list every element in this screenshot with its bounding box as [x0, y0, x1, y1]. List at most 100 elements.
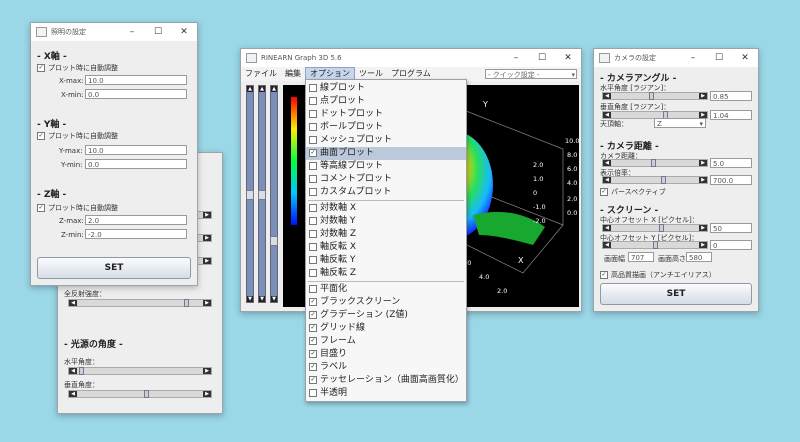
x-auto-checkbox[interactable]: ✓ プロット時に自動調整: [37, 63, 118, 73]
perspective-checkbox[interactable]: ✓ パースペクティブ: [600, 187, 666, 197]
option-menu-item[interactable]: 対数軸 Y: [306, 215, 466, 228]
minimize-button[interactable]: –: [680, 49, 706, 67]
option-menu-item[interactable]: ✓ ブラックスクリーン: [306, 296, 466, 309]
back-reflection-slider[interactable]: ◀ ▶: [68, 299, 212, 307]
minimize-button[interactable]: –: [503, 49, 529, 67]
unchecked-box-icon: [309, 216, 317, 225]
unchecked-box-icon: [309, 96, 317, 105]
option-menu-item[interactable]: メッシュプロット: [306, 134, 466, 147]
back-reflection-label: 全反射強度：: [64, 290, 106, 298]
option-menu-item[interactable]: 軸反転 Y: [306, 254, 466, 267]
antialias-checkbox[interactable]: ✓ 高品質描画（アンチエイリアス）: [600, 270, 716, 280]
option-menu-item[interactable]: ドットプロット: [306, 108, 466, 121]
quick-settings-select[interactable]: - クイック設定 - ▾: [485, 69, 577, 79]
option-menu-label: ドットプロット: [320, 109, 384, 119]
option-menu-item[interactable]: ✓ グリッド線: [306, 322, 466, 335]
option-menu-label: 半透明: [320, 388, 348, 398]
distance-slider[interactable]: ◀ ▶: [602, 159, 708, 167]
z-max-field[interactable]: 2.0: [85, 215, 187, 225]
option-menu-item[interactable]: 半透明: [306, 387, 466, 400]
z-min-label: Z-min:: [61, 231, 84, 239]
axis-label-x: X: [518, 256, 524, 265]
option-menu-item[interactable]: 軸反転 X: [306, 241, 466, 254]
option-menu-item[interactable]: 対数軸 Z: [306, 228, 466, 241]
app-icon: [246, 53, 257, 63]
option-menu-item[interactable]: コメントプロット: [306, 173, 466, 186]
option-menu-item[interactable]: ✓ テッセレーション（曲面高画質化）: [306, 374, 466, 387]
v-angle-field[interactable]: 1.04: [710, 110, 752, 120]
zoom-field[interactable]: 700.0: [710, 175, 752, 185]
option-menu-item[interactable]: ✓ ラベル: [306, 361, 466, 374]
menu-file[interactable]: ファイル: [241, 67, 281, 81]
view-slider-1[interactable]: ▲ ▼: [246, 85, 254, 303]
option-menu-item[interactable]: ✓ フレーム: [306, 335, 466, 348]
z-axis-heading: - Z軸 -: [37, 190, 67, 200]
option-menu-label: フレーム: [320, 336, 356, 346]
offset-x-slider[interactable]: ◀ ▶: [602, 224, 708, 232]
height-field[interactable]: 580: [686, 252, 712, 262]
offset-x-field[interactable]: 50: [710, 223, 752, 233]
option-menu-label: 対数軸 X: [320, 203, 357, 213]
set-button[interactable]: SET: [37, 257, 191, 279]
view-slider-2[interactable]: ▲ ▼: [258, 85, 266, 303]
option-menu-label: 等高線プロット: [320, 161, 384, 171]
maximize-button[interactable]: ☐: [145, 23, 171, 41]
option-menu-item[interactable]: ✓ グラデーション (Z値): [306, 309, 466, 322]
option-menu-item[interactable]: 対数軸 X: [306, 202, 466, 215]
close-button[interactable]: ✕: [171, 23, 197, 41]
z-tick-1: 1.0: [533, 175, 543, 183]
distance-field[interactable]: 5.0: [710, 158, 752, 168]
light-v-angle-slider[interactable]: ◀ ▶: [68, 390, 212, 398]
close-button[interactable]: ✕: [555, 49, 581, 67]
option-menu-item[interactable]: 軸反転 Z: [306, 267, 466, 280]
option-menu-label: 軸反転 Y: [320, 255, 356, 265]
maximize-button[interactable]: ☐: [529, 49, 555, 67]
h-angle-field[interactable]: 0.85: [710, 91, 752, 101]
app-icon: [599, 53, 610, 63]
h-angle-slider[interactable]: ◀ ▶: [602, 92, 708, 100]
y-min-field[interactable]: 0.0: [85, 159, 187, 169]
option-menu-item[interactable]: ✓ 目盛り: [306, 348, 466, 361]
view-slider-3[interactable]: ▲ ▼: [270, 85, 278, 303]
offset-y-field[interactable]: 0: [710, 240, 752, 250]
options-dropdown-menu: 線プロット 点プロット ドットプロットボールプロット メッシュプロット ✓ 曲面プロット等…: [305, 79, 467, 402]
option-menu-item[interactable]: ✓ 曲面プロット: [306, 147, 466, 160]
axis-settings-titlebar[interactable]: 照明の設定 – ☐ ✕: [31, 23, 197, 41]
offset-y-slider[interactable]: ◀ ▶: [602, 241, 708, 249]
option-menu-item[interactable]: 点プロット: [306, 95, 466, 108]
minimize-button[interactable]: –: [119, 23, 145, 41]
main-titlebar[interactable]: RINEARN Graph 3D 5.6 – ☐ ✕: [241, 49, 581, 67]
tick-right-2: 6.0: [567, 165, 577, 173]
y-max-field[interactable]: 10.0: [85, 145, 187, 155]
unchecked-box-icon: [309, 187, 317, 196]
light-h-angle-slider[interactable]: ◀ ▶: [68, 367, 212, 375]
option-menu-label: メッシュプロット: [320, 135, 393, 145]
up-axis-select[interactable]: Z ▾: [654, 118, 706, 128]
bottom-tick-1: 4.0: [479, 273, 489, 281]
option-menu-item[interactable]: 等高線プロット: [306, 160, 466, 173]
x-min-field[interactable]: 0.0: [85, 89, 187, 99]
close-button[interactable]: ✕: [732, 49, 758, 67]
option-menu-item[interactable]: カスタムプロット: [306, 186, 466, 199]
camera-titlebar[interactable]: カメラの設定 – ☐ ✕: [594, 49, 758, 67]
x-max-field[interactable]: 10.0: [85, 75, 187, 85]
option-menu-item[interactable]: 平面化: [306, 283, 466, 296]
y-auto-checkbox[interactable]: ✓ プロット時に自動調整: [37, 131, 118, 141]
unchecked-box-icon: [309, 83, 317, 92]
maximize-button[interactable]: ☐: [706, 49, 732, 67]
check-icon: ✓: [309, 349, 317, 358]
check-icon: ✓: [309, 323, 317, 332]
tick-right-5: 0.0: [567, 209, 577, 217]
unchecked-box-icon: [309, 284, 317, 293]
color-bar: [291, 97, 297, 225]
z-auto-checkbox[interactable]: ✓ プロット時に自動調整: [37, 203, 118, 213]
option-menu-label: グリッド線: [320, 323, 366, 333]
menu-edit[interactable]: 編集: [281, 67, 305, 81]
option-menu-item[interactable]: 線プロット: [306, 82, 466, 95]
option-menu-item[interactable]: ボールプロット: [306, 121, 466, 134]
camera-set-button[interactable]: SET: [600, 283, 752, 305]
x-min-label: X-min:: [61, 91, 84, 99]
zoom-slider[interactable]: ◀ ▶: [602, 176, 708, 184]
z-min-field[interactable]: -2.0: [85, 229, 187, 239]
width-field[interactable]: 707: [628, 252, 654, 262]
